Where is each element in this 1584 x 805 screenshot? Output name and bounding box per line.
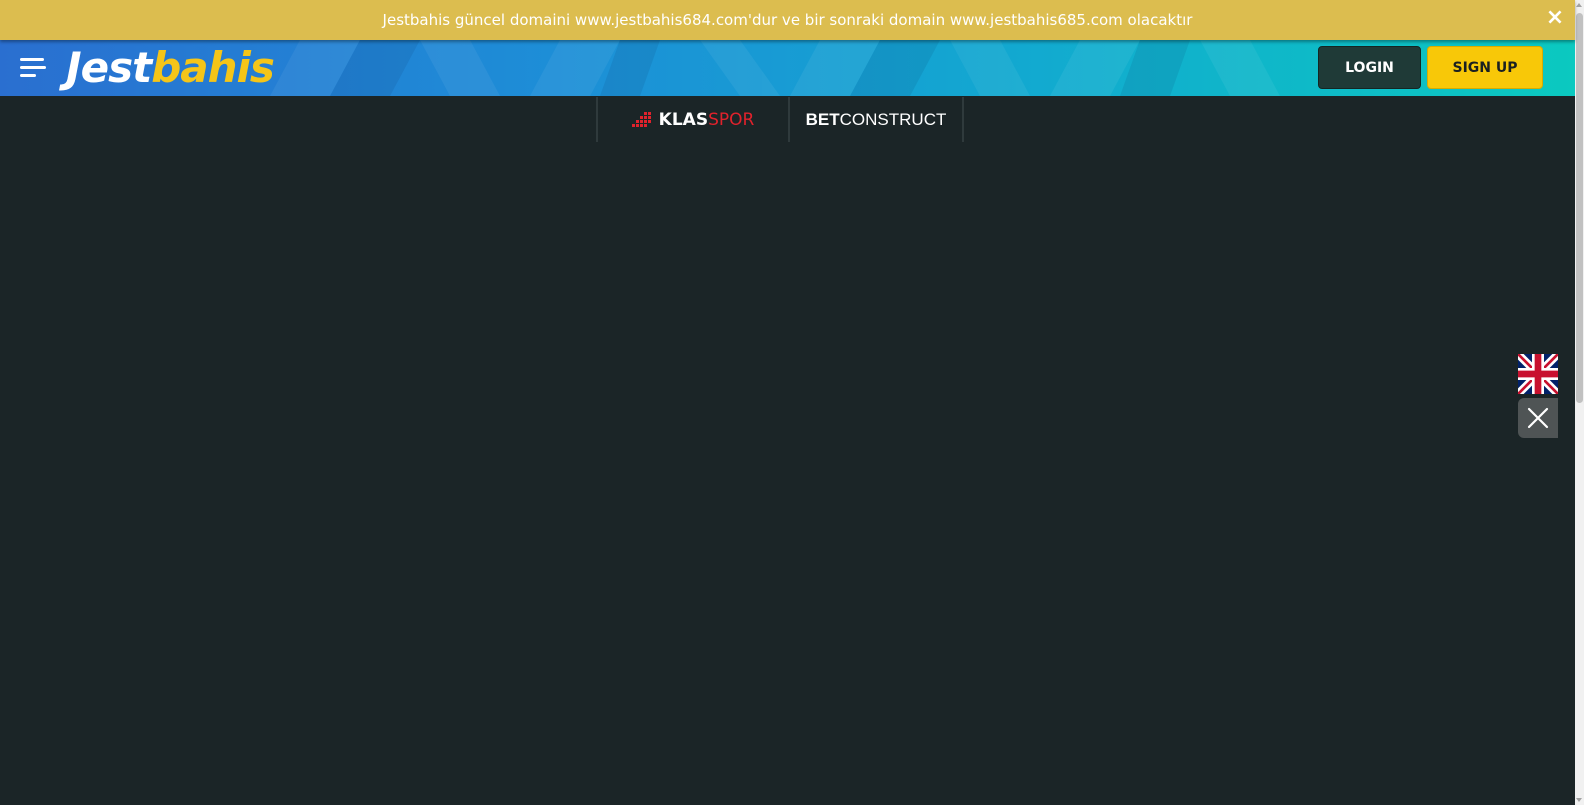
side-panel-close-button[interactable] — [1518, 398, 1558, 438]
close-icon — [1527, 407, 1549, 429]
betconstruct-text-bold: BET — [805, 109, 840, 129]
announcement-close-icon[interactable]: × — [1545, 7, 1565, 29]
betconstruct-logo: BETCONSTRUCT — [806, 110, 947, 130]
signup-button[interactable]: SIGN UP — [1427, 46, 1543, 89]
announcement-bar: Jestbahis güncel domaini www.jestbahis68… — [0, 0, 1575, 40]
menu-icon[interactable] — [20, 58, 48, 80]
scroll-up-arrow-icon[interactable] — [1576, 3, 1582, 7]
uk-flag-icon[interactable] — [1515, 351, 1561, 397]
klasspor-text-bold: KLAS — [658, 109, 709, 130]
scroll-down-arrow-icon[interactable] — [1576, 798, 1582, 802]
scrollbar-thumb[interactable] — [1576, 13, 1583, 403]
klasspor-logo: KLAS SPOR — [631, 109, 755, 130]
betconstruct-text-light: CONSTRUCT — [839, 109, 947, 129]
announcement-text: Jestbahis güncel domaini www.jestbahis68… — [382, 11, 1193, 29]
site-header: Jest bahis LOGIN SIGN UP — [0, 40, 1575, 96]
provider-tabs: KLAS SPOR BETCONSTRUCT — [596, 97, 964, 142]
klasspor-dots-icon — [631, 111, 651, 127]
logo-part-jest: Jest — [66, 42, 152, 92]
page-scrollbar[interactable] — [1575, 0, 1584, 805]
provider-tab-klasspor[interactable]: KLAS SPOR — [596, 97, 788, 142]
provider-tab-betconstruct[interactable]: BETCONSTRUCT — [788, 97, 964, 142]
logo-part-bahis: bahis — [151, 42, 275, 92]
jestbahis-logo[interactable]: Jest bahis — [66, 42, 275, 92]
klasspor-text-light: SPOR — [708, 109, 755, 130]
login-button[interactable]: LOGIN — [1318, 46, 1421, 89]
